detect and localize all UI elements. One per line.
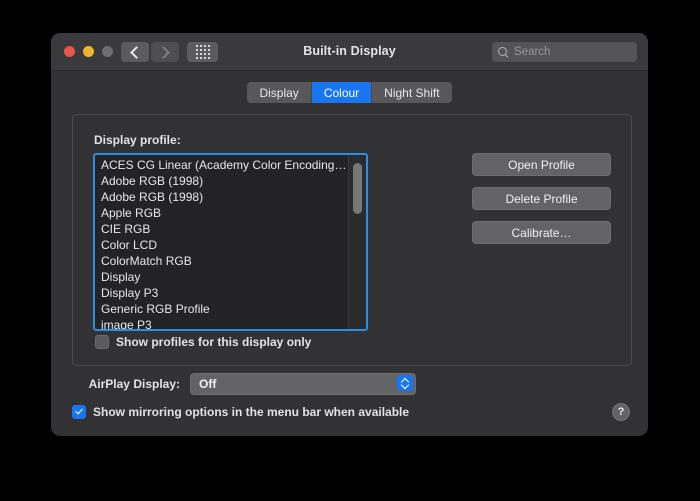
open-profile-button[interactable]: Open Profile (472, 153, 611, 176)
colour-panel: Display profile: ACES CG Linear (Academy… (72, 114, 632, 366)
search-placeholder: Search (514, 46, 551, 58)
tab-bar: Display Colour Night Shift (51, 82, 648, 103)
display-profile-list[interactable]: ACES CG Linear (Academy Color Encoding… … (93, 153, 368, 331)
list-item[interactable]: Color LCD (95, 237, 348, 253)
list-item[interactable]: Generic RGB Profile (95, 301, 348, 317)
scrollbar-thumb[interactable] (353, 163, 362, 214)
calibrate-button[interactable]: Calibrate… (472, 221, 611, 244)
list-item[interactable]: Apple RGB (95, 205, 348, 221)
list-item[interactable]: CIE RGB (95, 221, 348, 237)
tab-night-shift[interactable]: Night Shift (372, 82, 451, 103)
checkbox-box (72, 405, 86, 419)
airplay-display-row: AirPlay Display: Off (72, 373, 416, 395)
list-item[interactable]: Display P3 (95, 285, 348, 301)
list-scrollbar[interactable] (348, 155, 366, 329)
tab-group: Display Colour Night Shift (247, 82, 452, 103)
checkbox-label: Show profiles for this display only (116, 335, 312, 349)
search-input[interactable]: Search (492, 42, 637, 62)
list-item[interactable]: Adobe RGB (1998) (95, 173, 348, 189)
checkbox-label: Show mirroring options in the menu bar w… (93, 405, 410, 419)
tab-display[interactable]: Display (247, 82, 312, 103)
airplay-display-label: AirPlay Display: (88, 377, 180, 391)
list-item[interactable]: ColorMatch RGB (95, 253, 348, 269)
display-profile-list-rows: ACES CG Linear (Academy Color Encoding… … (95, 155, 348, 329)
window-titlebar: Built-in Display Search (51, 33, 648, 71)
help-button[interactable]: ? (612, 403, 630, 421)
search-icon (498, 46, 509, 58)
delete-profile-button[interactable]: Delete Profile (472, 187, 611, 210)
list-item[interactable]: Display (95, 269, 348, 285)
show-mirroring-options-checkbox[interactable]: Show mirroring options in the menu bar w… (72, 405, 409, 419)
airplay-display-select[interactable]: Off (190, 373, 416, 395)
list-item[interactable]: ACES CG Linear (Academy Color Encoding… (95, 157, 348, 173)
tab-colour[interactable]: Colour (311, 82, 373, 103)
show-profiles-for-this-display-only-checkbox[interactable]: Show profiles for this display only (95, 335, 311, 349)
profile-action-buttons: Open Profile Delete Profile Calibrate… (472, 153, 611, 255)
list-item[interactable]: image P3 (95, 317, 348, 329)
chevron-up-down-icon (397, 375, 413, 391)
checkbox-box (95, 335, 109, 349)
desktop-backdrop: Built-in Display Search Display Colour N… (0, 0, 700, 501)
list-item[interactable]: Adobe RGB (1998) (95, 189, 348, 205)
display-preferences-window: Built-in Display Search Display Colour N… (51, 33, 648, 436)
airplay-display-value: Off (199, 377, 217, 391)
display-profile-label: Display profile: (94, 133, 181, 147)
